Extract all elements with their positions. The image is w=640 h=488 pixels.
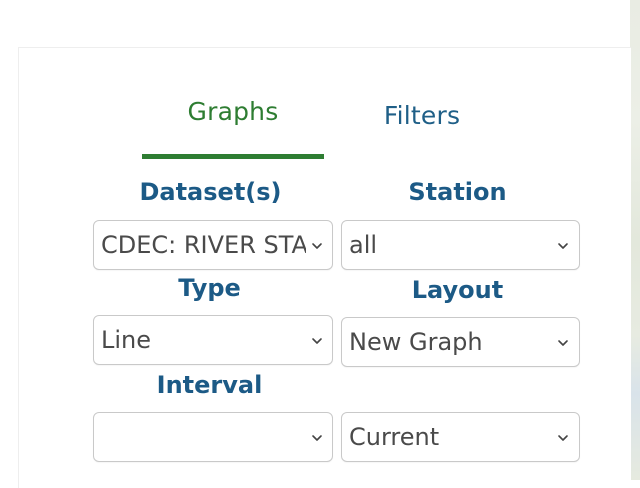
layout-label: Layout: [411, 276, 504, 304]
tab-graphs[interactable]: Graphs: [143, 97, 323, 126]
type-label: Type: [178, 274, 241, 302]
station-select-value: all: [349, 231, 378, 259]
layout-select[interactable]: New Graph: [341, 317, 580, 367]
chevron-down-icon: [312, 338, 322, 344]
interval-label: Interval: [156, 371, 263, 399]
active-tab-indicator: [142, 154, 324, 159]
layout-select-value: New Graph: [349, 328, 483, 356]
chevron-down-icon: [558, 435, 568, 441]
chevron-down-icon: [312, 435, 322, 441]
dataset-select[interactable]: CDEC: RIVER STAGE: [93, 220, 333, 270]
type-select[interactable]: Line: [93, 315, 333, 365]
dataset-select-value: CDEC: RIVER STAGE: [101, 231, 306, 259]
type-select-value: Line: [101, 326, 152, 354]
interval-select[interactable]: [93, 412, 333, 462]
station-label: Station: [408, 178, 507, 206]
dataset-label: Dataset(s): [139, 178, 282, 206]
station-select[interactable]: all: [341, 220, 580, 270]
tab-filters[interactable]: Filters: [340, 101, 504, 130]
chevron-down-icon: [312, 243, 322, 249]
chevron-down-icon: [558, 243, 568, 249]
period-select[interactable]: Current: [341, 412, 580, 462]
period-select-value: Current: [349, 423, 440, 451]
chevron-down-icon: [558, 340, 568, 346]
map-background-edge: [630, 0, 640, 480]
